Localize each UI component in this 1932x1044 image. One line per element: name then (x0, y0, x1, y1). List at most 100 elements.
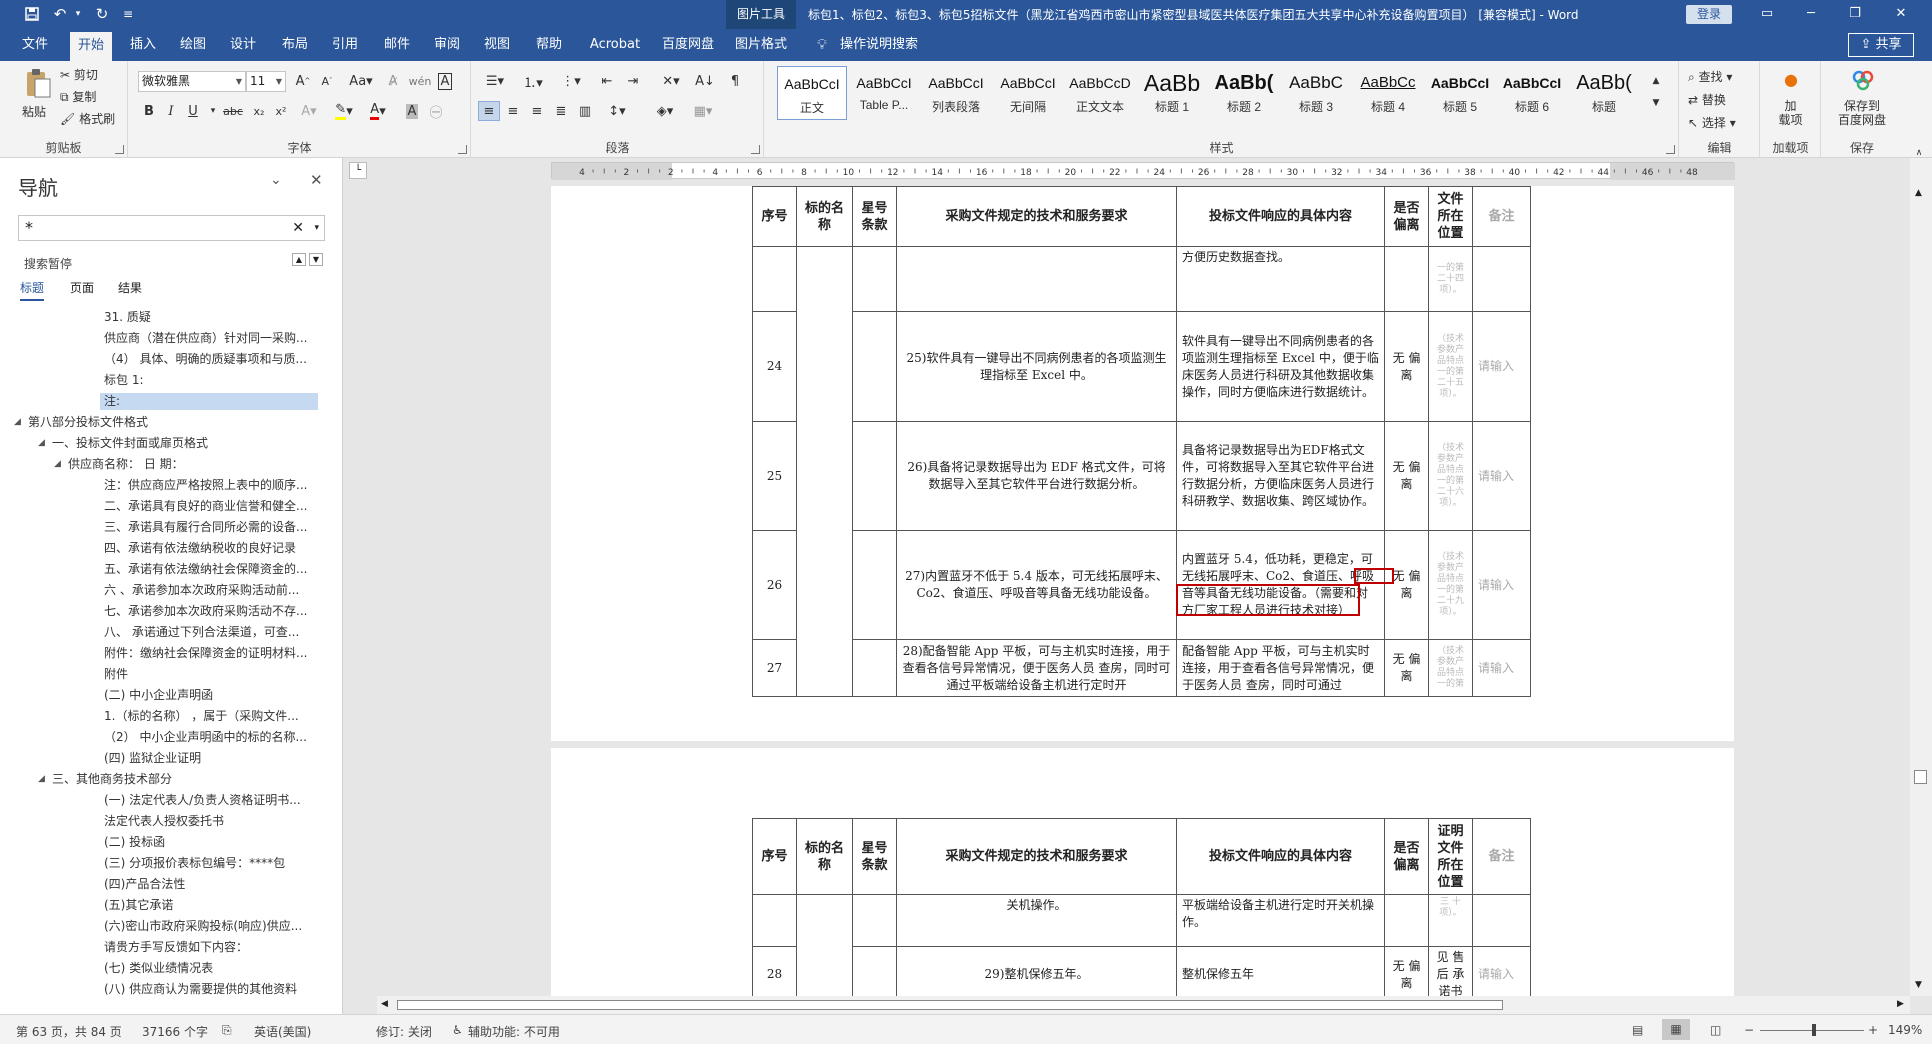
tab-selector-icon[interactable]: └ (349, 162, 367, 179)
align-left-icon[interactable]: ≡ (478, 101, 500, 121)
nav-tab-results[interactable]: 结果 (118, 279, 142, 296)
restore-icon[interactable]: ❐ (1840, 4, 1870, 24)
proofing-icon[interactable]: ⎘ (222, 1023, 232, 1038)
customize-toolbar-icon[interactable]: ≡ (118, 5, 138, 23)
nav-heading-item[interactable]: (二) 投标函 (100, 834, 318, 851)
vertical-scrollbar[interactable]: ▲ ▼ (1910, 158, 1932, 996)
nav-heading-item[interactable]: 七、承诺参加本次政府采购活动不存... (100, 603, 318, 620)
nav-tab-headings[interactable]: 标题 (20, 279, 45, 301)
style-normal[interactable]: AaBbCcI 正文 (777, 66, 847, 120)
select-button[interactable]: ↖ 选择 ▾ (1688, 114, 1736, 131)
tab-acrobat[interactable]: Acrobat (582, 29, 648, 61)
language[interactable]: 英语(美国) (254, 1023, 311, 1040)
nav-heading-item[interactable]: 八、 承诺通过下列合法渠道，可查... (100, 624, 318, 641)
increase-indent-icon[interactable]: ⇥ (622, 71, 644, 91)
collapse-caret-icon[interactable]: ◢ (38, 438, 45, 448)
cut-button[interactable]: ✂ 剪切 (60, 66, 98, 83)
cell-requirement[interactable]: 27)内置蓝牙不低于 5.4 版本，可无线拓展呼末、Co2、食道压、呼吸音等具备… (896, 530, 1177, 640)
scroll-down-icon[interactable]: ▼ (1915, 980, 1922, 990)
scroll-left-icon[interactable]: ◀ (381, 999, 388, 1009)
nav-heading-item[interactable]: 标包 1: (100, 372, 318, 389)
cell-response[interactable]: 软件具有一键导出不同病例患者的各项监测生理指标至 Excel 中，便于临床医务人… (1176, 311, 1385, 422)
collapse-caret-icon[interactable]: ◢ (54, 459, 61, 469)
tab-mailings[interactable]: 邮件 (376, 29, 418, 61)
strikethrough-icon[interactable]: abc (222, 101, 244, 121)
nav-heading-item[interactable]: (二) 中小企业声明函 (100, 687, 318, 704)
tab-help[interactable]: 帮助 (528, 29, 570, 61)
redo-icon[interactable]: ↻ (92, 5, 112, 23)
zoom-in-icon[interactable]: + (1868, 1023, 1878, 1037)
login-button[interactable]: 登录 (1686, 5, 1732, 24)
horizontal-scrollbar[interactable]: ◀ ▶ (377, 996, 1910, 1014)
collapse-caret-icon[interactable]: ◢ (14, 417, 21, 427)
nav-heading-item[interactable]: （4） 具体、明确的质疑事项和与质... (100, 351, 318, 368)
font-color-icon[interactable]: A ▾ (363, 101, 393, 121)
numbering-icon[interactable]: ⒈▾ (518, 71, 548, 91)
next-result-icon[interactable]: ▼ (309, 253, 323, 266)
web-layout-icon[interactable]: ◫ (1710, 1023, 1721, 1037)
tab-draw[interactable]: 绘图 (172, 29, 214, 61)
horizontal-ruler[interactable]: 4 2 2 4 6 8 10 12 14 16 18 20 22 24 26 28 30 32 34 36 38 40 42… (551, 162, 1735, 180)
style-heading-5[interactable]: AaBbCcI 标题 5 (1425, 66, 1495, 120)
enclose-char-icon[interactable]: ㊀ (425, 101, 447, 121)
nav-heading-item[interactable]: 四、承诺有依法缴纳税收的良好记录 (100, 540, 318, 557)
clear-icon[interactable]: ✕ (292, 216, 304, 240)
nav-heading-item[interactable]: 五、承诺有依法缴纳社会保障资金的... (100, 561, 318, 578)
style-table-paragraph[interactable]: AaBbCcI Table P... (849, 66, 919, 120)
underline-icon[interactable]: U (182, 101, 204, 121)
tab-view[interactable]: 视图 (476, 29, 518, 61)
char-shading-icon[interactable]: A (401, 101, 423, 121)
zoom-level[interactable]: 149% (1888, 1023, 1922, 1037)
tab-review[interactable]: 审阅 (426, 29, 468, 61)
tab-insert[interactable]: 插入 (122, 29, 164, 61)
tab-layout[interactable]: 布局 (274, 29, 316, 61)
cell-requirement[interactable] (896, 246, 1177, 312)
cell-requirement[interactable]: 关机操作。 (896, 894, 1177, 947)
grow-font-icon[interactable]: A ^ (292, 71, 314, 91)
nav-heading-item[interactable]: 第八部分投标文件格式 (24, 414, 318, 431)
zoom-out-icon[interactable]: − (1744, 1023, 1754, 1037)
nav-heading-item[interactable]: 注：供应商应严格按照上表中的顺序... (100, 477, 318, 494)
tab-home[interactable]: 开始 (70, 32, 112, 61)
nav-heading-item[interactable]: 1.（标的名称） ，属于（采购文件... (100, 708, 318, 725)
h-scroll-thumb[interactable] (397, 1000, 1503, 1010)
nav-heading-item[interactable]: 31. 质疑 (100, 309, 318, 326)
font-name-combo[interactable]: 微软雅黑 ▼ (138, 71, 246, 92)
nav-heading-item[interactable]: (三) 分项报价表标包编号：****包 (100, 855, 318, 872)
clear-format-icon[interactable]: A̷ (382, 71, 404, 91)
cell-response[interactable]: 具备将记录数据导出为EDF格式文件，可将数据导入至其它软件平台进行数据分析，方便… (1176, 421, 1385, 531)
shading-icon[interactable]: ◈▾ (650, 101, 680, 121)
collapse-caret-icon[interactable]: ◢ (38, 774, 45, 784)
minimize-icon[interactable]: ─ (1796, 4, 1826, 24)
previous-result-icon[interactable]: ▲ (292, 253, 306, 266)
nav-heading-item[interactable]: 六 、承诺参加本次政府采购活动前... (100, 582, 318, 599)
nav-heading-item[interactable]: （2） 中小企业声明函中的标的名称... (100, 729, 318, 746)
scroll-right-icon[interactable]: ▶ (1897, 999, 1904, 1009)
cell-response[interactable]: 平板端给设备主机进行定时开关机操作。 (1176, 894, 1385, 947)
find-button[interactable]: ⌕ 查找 ▾ (1688, 68, 1732, 85)
nav-heading-item[interactable]: (一) 法定代表人/负责人资格证明书... (100, 792, 318, 809)
shrink-font-icon[interactable]: Aˇ (316, 71, 338, 91)
distributed-icon[interactable]: ▥ (574, 101, 596, 121)
superscript-icon[interactable]: x² (270, 101, 292, 121)
change-case-icon[interactable]: Aa▾ (346, 71, 376, 91)
nav-heading-item[interactable]: 附件 (100, 666, 318, 683)
clipboard-launcher-icon[interactable] (115, 145, 124, 154)
align-right-icon[interactable]: ≡ (526, 101, 548, 121)
style-no-spacing[interactable]: AaBbCcI 无间隔 (993, 66, 1063, 120)
align-center-icon[interactable]: ≡ (502, 101, 524, 121)
tab-references[interactable]: 引用 (324, 29, 366, 61)
chevron-down-icon[interactable]: ▾ (314, 216, 319, 240)
text-effects-icon[interactable]: A▾ (298, 101, 320, 121)
save-to-baidu-label[interactable]: 保存到 百度网盘 (1822, 99, 1902, 127)
cell-requirement[interactable]: 28)配备智能 App 平板，可与主机实时连接，用于查看各信号异常情况，便于医务… (896, 639, 1177, 697)
nav-heading-item[interactable]: 供应商名称： 日 期： (64, 456, 318, 473)
tell-me-search[interactable]: 操作说明搜索 (840, 29, 918, 61)
format-painter-button[interactable]: 🖌︎ 格式刷 (60, 110, 115, 127)
page-count[interactable]: 第 63 页，共 84 页 (16, 1023, 122, 1040)
chevron-down-icon[interactable]: ⌄ (270, 172, 282, 188)
style-heading-6[interactable]: AaBbCcI 标题 6 (1497, 66, 1567, 120)
close-icon[interactable]: ✕ (310, 171, 323, 189)
nav-heading-item[interactable]: 三、承诺具有履行合同所必需的设备... (100, 519, 318, 536)
nav-heading-item[interactable]: 一、投标文件封面或扉页格式 (48, 435, 318, 452)
